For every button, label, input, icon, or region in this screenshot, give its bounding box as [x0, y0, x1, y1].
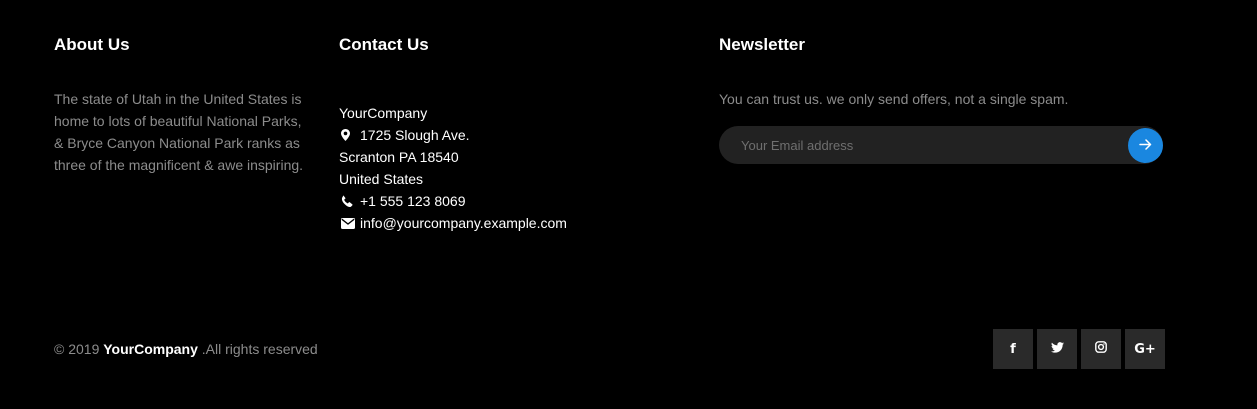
- contact-country: United States: [339, 171, 424, 187]
- arrow-right-icon: [1139, 138, 1152, 153]
- contact-phone-line: +1 555 123 8069: [339, 190, 639, 212]
- social-links: f G+: [993, 329, 1165, 369]
- map-marker-icon: [339, 129, 360, 141]
- contact-city: Scranton PA 18540: [339, 149, 459, 165]
- contact-phone[interactable]: +1 555 123 8069: [360, 190, 466, 212]
- contact-street: 1725 Slough Ave.: [360, 127, 470, 143]
- copyright-brand[interactable]: YourCompany: [103, 341, 198, 357]
- contact-street-line: 1725 Slough Ave.: [339, 124, 639, 146]
- phone-icon: [339, 195, 360, 207]
- copyright-suffix: .All rights reserved: [197, 341, 318, 357]
- facebook-button[interactable]: f: [993, 329, 1033, 369]
- contact-email-line: info@yourcompany.example.com: [339, 212, 639, 234]
- subscribe-button[interactable]: [1128, 128, 1163, 163]
- about-text: The state of Utah in the United States i…: [54, 91, 304, 173]
- copyright: © 2019 YourCompany .All rights reserved: [54, 338, 318, 360]
- facebook-icon: f: [1010, 341, 1016, 357]
- contact-company: YourCompany: [339, 105, 428, 121]
- contact-email[interactable]: info@yourcompany.example.com: [360, 212, 567, 234]
- email-field[interactable]: [719, 126, 1119, 164]
- copyright-prefix: © 2019: [54, 341, 104, 357]
- newsletter-form: [719, 126, 1163, 164]
- twitter-icon: [1050, 340, 1064, 358]
- instagram-button[interactable]: [1081, 329, 1121, 369]
- newsletter-section: Newsletter You can trust us. we only sen…: [719, 34, 1169, 164]
- contact-section: Contact Us YourCompany 1725 Slough Ave. …: [339, 34, 639, 234]
- about-heading: About Us: [54, 35, 130, 54]
- newsletter-text: You can trust us. we only send offers, n…: [719, 91, 1069, 107]
- about-section: About Us The state of Utah in the United…: [54, 34, 309, 176]
- contact-heading: Contact Us: [339, 35, 429, 54]
- google-plus-icon: G+: [1134, 341, 1156, 357]
- twitter-button[interactable]: [1037, 329, 1077, 369]
- envelope-icon: [339, 217, 360, 229]
- instagram-icon: [1095, 340, 1107, 358]
- contact-details: YourCompany 1725 Slough Ave. Scranton PA…: [339, 102, 639, 234]
- google-plus-button[interactable]: G+: [1125, 329, 1165, 369]
- newsletter-heading: Newsletter: [719, 35, 805, 54]
